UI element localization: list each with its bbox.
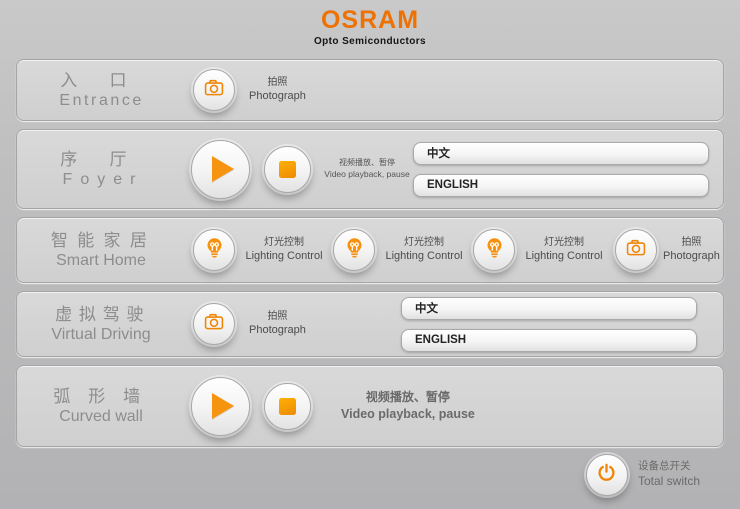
foyer-stop-button[interactable]	[264, 146, 311, 193]
smart-home-photograph-button[interactable]	[615, 229, 657, 271]
smart-home-title: 智能家居 Smart Home	[17, 230, 185, 270]
foyer-title: 序厅 Foyer	[17, 149, 185, 189]
bulb-icon	[203, 236, 226, 264]
lighting-control-button-2[interactable]	[333, 229, 375, 271]
virtual-driving-photograph-label: 拍照 Photograph	[249, 310, 306, 337]
lighting-control-button-3[interactable]	[473, 229, 515, 271]
camera-icon	[203, 77, 225, 104]
foyer-play-button[interactable]	[191, 140, 250, 199]
foyer-english-button[interactable]: ENGLISH	[413, 174, 709, 197]
play-icon	[212, 156, 234, 182]
entrance-title-en: Entrance	[17, 91, 185, 110]
smart-home-title-zh: 智能家居	[17, 230, 185, 251]
lighting-control-button-1[interactable]	[193, 229, 235, 271]
curved-wall-title: 弧形墙 Curved wall	[17, 386, 185, 426]
bulb-icon	[483, 236, 506, 264]
total-switch-label: 设备总开关 Total switch	[638, 460, 700, 489]
virtual-driving-title-en: Virtual Driving	[17, 325, 185, 344]
entrance-panel: 入口 Entrance 拍照 Photograph	[16, 59, 724, 121]
lighting-control-label-2: 灯光控制 Lighting Control	[381, 236, 467, 263]
play-icon	[212, 393, 234, 419]
entrance-title: 入口 Entrance	[17, 70, 185, 110]
entrance-title-zh: 入口	[17, 70, 185, 91]
curved-wall-play-button[interactable]	[191, 377, 250, 436]
lighting-control-label-3: 灯光控制 Lighting Control	[521, 236, 607, 263]
stop-icon	[279, 398, 296, 415]
curved-wall-stop-button[interactable]	[264, 383, 311, 430]
virtual-driving-english-button[interactable]: ENGLISH	[401, 329, 697, 352]
power-icon	[596, 462, 617, 488]
foyer-language-buttons: 中文 ENGLISH	[413, 142, 709, 197]
smart-home-title-en: Smart Home	[17, 251, 185, 270]
control-panel: 入口 Entrance 拍照 Photograph 序厅 Foyer	[16, 59, 724, 447]
curved-wall-video-label: 视频播放、暂停 Video playback, pause	[341, 390, 475, 422]
foyer-panel: 序厅 Foyer 视频播放、暂停 Video playback, pause 中…	[16, 129, 724, 209]
header: OSRAM Opto Semiconductors	[0, 0, 740, 47]
virtual-driving-title: 虚拟驾驶 Virtual Driving	[17, 304, 185, 344]
bulb-icon	[343, 236, 366, 264]
entrance-photograph-label: 拍照 Photograph	[249, 76, 306, 103]
virtual-driving-chinese-button[interactable]: 中文	[401, 297, 697, 320]
curved-wall-panel: 弧形墙 Curved wall 视频播放、暂停 Video playback, …	[16, 365, 724, 447]
entrance-photograph-button[interactable]	[193, 69, 235, 111]
foyer-title-zh: 序厅	[17, 149, 185, 170]
footer: 设备总开关 Total switch	[0, 454, 740, 496]
foyer-chinese-button[interactable]: 中文	[413, 142, 709, 165]
virtual-driving-photograph-button[interactable]	[193, 303, 235, 345]
smart-home-panel: 智能家居 Smart Home 灯光控制	[16, 217, 724, 283]
stop-icon	[279, 161, 296, 178]
curved-wall-title-en: Curved wall	[17, 407, 185, 426]
smart-home-photograph-label: 拍照 Photograph	[663, 236, 720, 263]
virtual-driving-title-zh: 虚拟驾驶	[17, 304, 185, 325]
camera-icon	[203, 311, 225, 338]
foyer-video-label: 视频播放、暂停 Video playback, pause	[321, 158, 413, 179]
total-switch-button[interactable]	[586, 454, 628, 496]
curved-wall-title-zh: 弧形墙	[17, 386, 185, 407]
osram-logo: OSRAM	[321, 8, 419, 33]
foyer-title-en: Foyer	[17, 170, 185, 189]
virtual-driving-panel: 虚拟驾驶 Virtual Driving 拍照 Photograph 中文 EN…	[16, 291, 724, 357]
camera-icon	[625, 237, 647, 264]
osram-logo-subtitle: Opto Semiconductors	[314, 36, 426, 47]
lighting-control-label-1: 灯光控制 Lighting Control	[241, 236, 327, 263]
virtual-driving-language-buttons: 中文 ENGLISH	[401, 297, 697, 352]
